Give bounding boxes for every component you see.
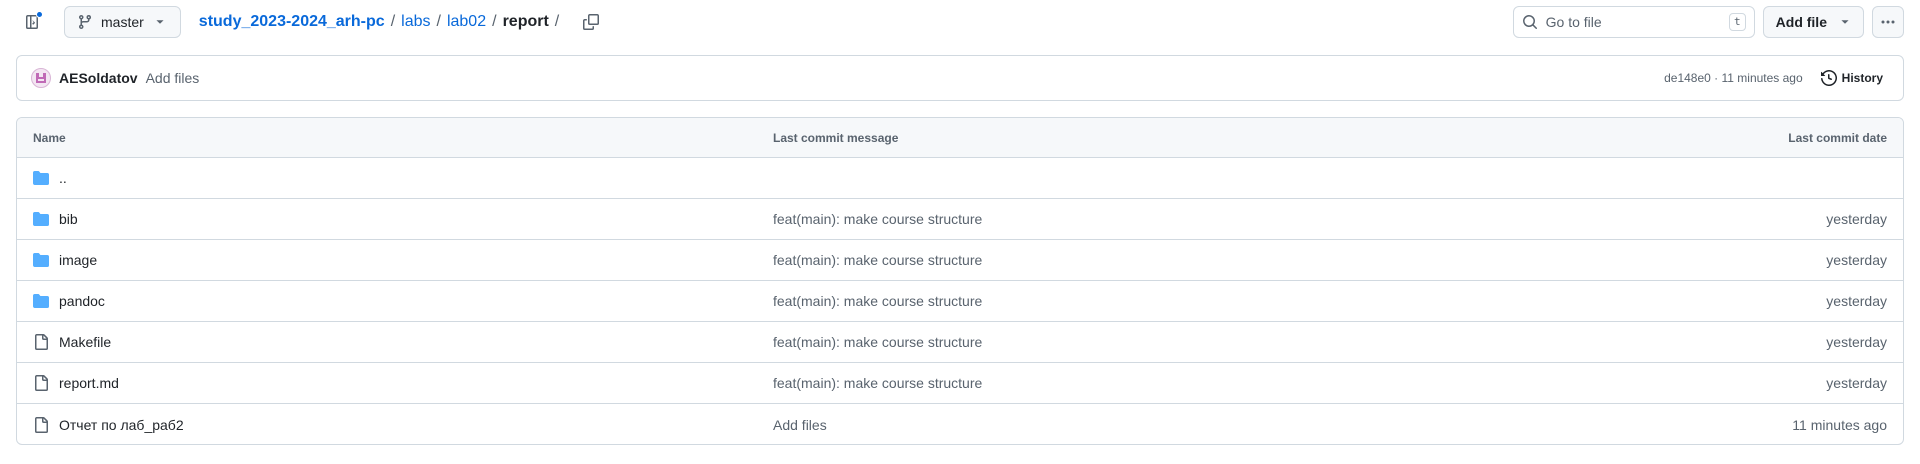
file-icon xyxy=(33,375,49,391)
table-row[interactable]: .. xyxy=(17,158,1903,199)
avatar[interactable] xyxy=(31,68,51,88)
commit-date-cell: yesterday xyxy=(1826,252,1887,268)
header-actions: Go to file t Add file xyxy=(1512,6,1904,38)
commit-date-cell: yesterday xyxy=(1826,334,1887,350)
file-name-cell: report.md xyxy=(17,375,773,391)
table-row[interactable]: report.md feat(main): make course structu… xyxy=(17,363,1903,404)
commit-sha-and-time[interactable]: de148e0 · 11 minutes ago xyxy=(1664,71,1803,85)
file-name-link[interactable]: .. xyxy=(59,170,67,186)
triangle-down-icon xyxy=(152,14,168,30)
table-row[interactable]: image feat(main): make course structure ye… xyxy=(17,240,1903,281)
history-icon xyxy=(1820,70,1837,86)
commit-date-cell: yesterday xyxy=(1826,293,1887,309)
expand-file-tree-button[interactable] xyxy=(16,6,48,38)
file-name-link[interactable]: pandoc xyxy=(59,293,105,309)
folder-icon xyxy=(33,170,49,186)
folder-icon xyxy=(33,252,49,268)
column-header-date: Last commit date xyxy=(1788,130,1887,145)
table-row[interactable]: pandoc feat(main): make course structure y… xyxy=(17,281,1903,322)
folder-icon xyxy=(33,211,49,227)
commit-author-link[interactable]: AESoldatov xyxy=(59,70,138,86)
breadcrumb-separator: / xyxy=(492,13,497,30)
file-name-cell: .. xyxy=(17,170,773,186)
go-to-file-placeholder: Go to file xyxy=(1545,14,1602,30)
file-name-link[interactable]: report.md xyxy=(59,375,119,391)
breadcrumb-labs-link[interactable]: labs xyxy=(401,13,430,31)
breadcrumb: study_2023-2024_arh-pc / labs / lab02 / … xyxy=(199,13,565,31)
commit-date-cell: 11 minutes ago xyxy=(1792,416,1887,433)
table-row[interactable]: Отчет по лаб_раб2 Add files 11 minutes ago xyxy=(17,404,1903,444)
file-name-cell: pandoc xyxy=(17,293,773,309)
file-name-link[interactable]: image xyxy=(59,252,97,268)
column-header-message: Last commit message xyxy=(773,130,899,145)
commit-date-cell: yesterday xyxy=(1826,211,1887,227)
go-to-file-input[interactable]: Go to file t xyxy=(1512,6,1755,38)
commit-message-link[interactable]: Add files xyxy=(146,70,200,86)
commit-message-cell[interactable]: Add files xyxy=(773,417,1583,433)
commit-meta: de148e0 · 11 minutes ago History xyxy=(1664,66,1889,90)
keyboard-shortcut-hint: t xyxy=(1729,13,1746,31)
repo-header: master study_2023-2024_arh-pc / labs / l… xyxy=(16,6,1904,38)
search-icon xyxy=(1522,14,1538,30)
column-header-name: Name xyxy=(33,130,66,145)
copy-icon xyxy=(583,14,600,30)
commit-message-cell[interactable]: feat(main): make course structure xyxy=(773,375,1583,391)
breadcrumb-separator: / xyxy=(554,13,560,30)
file-table: Name Last commit message Last commit dat… xyxy=(16,117,1904,445)
file-name-cell: bib xyxy=(17,211,773,227)
latest-commit-bar: AESoldatov Add files de148e0 · 11 minute… xyxy=(16,55,1904,101)
file-name-link[interactable]: Отчет по лаб_раб2 xyxy=(59,417,184,433)
kebab-horizontal-icon xyxy=(1880,14,1896,30)
file-icon xyxy=(33,334,49,350)
commit-message-cell[interactable]: feat(main): make course structure xyxy=(773,211,1583,227)
table-row[interactable]: Makefile feat(main): make course structur… xyxy=(17,322,1903,363)
history-button[interactable]: History xyxy=(1815,66,1889,90)
file-icon xyxy=(33,416,49,433)
history-label: History xyxy=(1841,71,1883,85)
git-branch-icon xyxy=(77,14,93,30)
commit-message-cell[interactable]: feat(main): make course structure xyxy=(773,293,1583,309)
breadcrumb-repo-link[interactable]: study_2023-2024_arh-pc xyxy=(199,13,385,31)
copy-path-button[interactable] xyxy=(579,10,603,34)
file-name-cell: Makefile xyxy=(17,334,773,350)
triangle-down-icon xyxy=(1837,14,1853,30)
breadcrumb-separator: / xyxy=(390,13,396,30)
breadcrumb-separator: / xyxy=(436,13,441,30)
add-file-label: Add file xyxy=(1775,14,1827,30)
branch-selector-button[interactable]: master xyxy=(64,6,181,38)
commit-message-cell[interactable]: feat(main): make course structure xyxy=(773,334,1583,350)
table-header: Name Last commit message Last commit dat… xyxy=(17,118,1903,158)
table-body: .. bib feat(main): make course structure ye… xyxy=(17,158,1903,444)
notification-dot xyxy=(36,11,43,18)
file-name-link[interactable]: bib xyxy=(59,211,78,227)
file-name-cell: image xyxy=(17,252,773,268)
file-name-cell: Отчет по лаб_раб2 xyxy=(17,416,773,433)
folder-icon xyxy=(33,293,49,309)
breadcrumb-lab02-link[interactable]: lab02 xyxy=(447,13,486,31)
breadcrumb-current: report xyxy=(502,13,549,30)
more-options-button[interactable] xyxy=(1872,6,1904,38)
branch-name: master xyxy=(101,14,144,30)
table-row[interactable]: bib feat(main): make course structure yest… xyxy=(17,199,1903,240)
file-name-link[interactable]: Makefile xyxy=(59,334,111,350)
commit-message-cell[interactable]: feat(main): make course structure xyxy=(773,252,1583,268)
add-file-button[interactable]: Add file xyxy=(1762,6,1864,38)
commit-date-cell: yesterday xyxy=(1826,375,1887,391)
